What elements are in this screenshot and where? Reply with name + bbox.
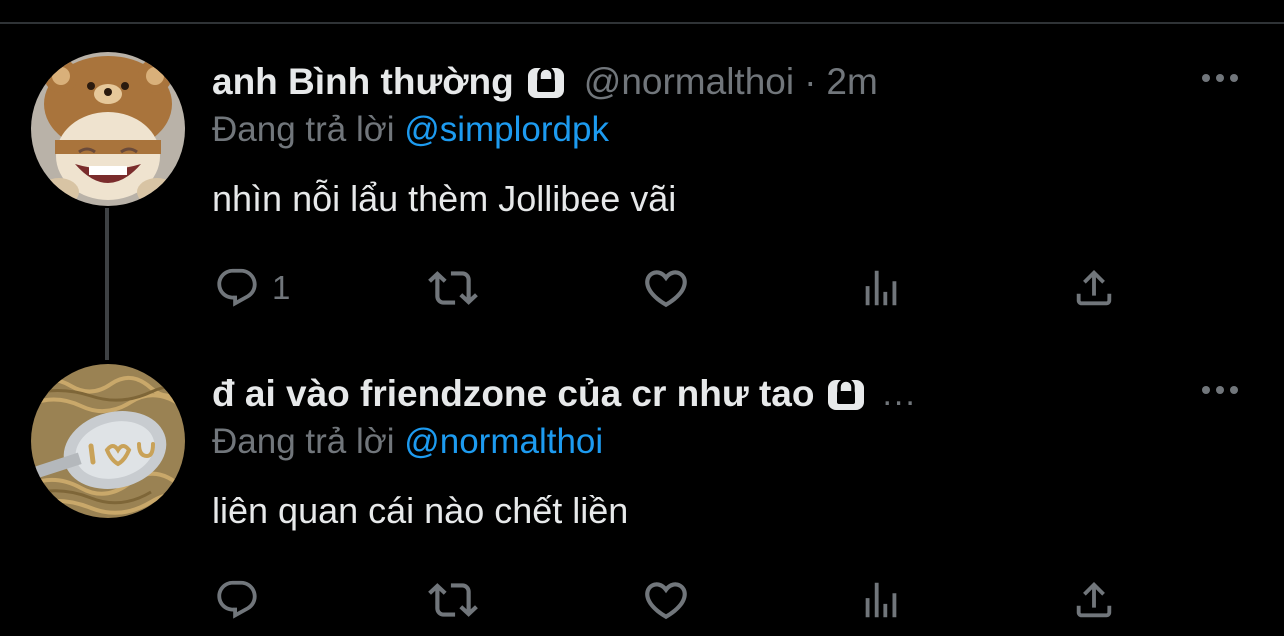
display-name[interactable]: anh Bình thường xyxy=(212,61,514,103)
share-button[interactable] xyxy=(1071,570,1117,630)
reply-icon xyxy=(217,580,257,619)
retweet-button[interactable] xyxy=(428,570,478,630)
reply-button[interactable]: 1 xyxy=(214,258,290,318)
replying-to-label: Đang trả lời xyxy=(212,110,395,149)
tweet-header: đ ai vào friendzone của cr như tao ... xyxy=(212,364,917,424)
share-icon xyxy=(1076,269,1112,306)
mention-link[interactable]: @simplordpk xyxy=(404,110,609,149)
action-bar: 1 xyxy=(0,258,1284,318)
retweet-icon xyxy=(428,271,478,305)
mention-link[interactable]: @normalthoi xyxy=(404,422,603,461)
tweet-text: liên quan cái nào chết liền xyxy=(212,490,629,531)
tweet-header: anh Bình thường @normalthoi · 2m xyxy=(212,52,878,112)
replying-to: Đang trả lời @normalthoi xyxy=(212,422,603,462)
timestamp[interactable]: 2m xyxy=(826,61,877,103)
more-icon xyxy=(1202,74,1238,82)
display-name[interactable]: đ ai vào friendzone của cr như tao xyxy=(212,373,814,415)
like-icon xyxy=(645,582,687,620)
reply-count: 1 xyxy=(272,269,291,306)
retweet-button[interactable] xyxy=(428,258,478,318)
replying-to-label: Đang trả lời xyxy=(212,422,395,461)
avatar[interactable] xyxy=(31,52,185,206)
spoon-noodles-avatar-icon xyxy=(31,364,185,518)
handle[interactable]: @normalthoi xyxy=(584,61,794,103)
retweet-icon xyxy=(428,583,478,617)
like-button[interactable] xyxy=(641,258,691,318)
more-button[interactable] xyxy=(1196,370,1244,410)
replying-to: Đang trả lời @simplordpk xyxy=(212,110,609,150)
like-icon xyxy=(645,270,687,308)
views-icon xyxy=(865,270,897,306)
more-button[interactable] xyxy=(1196,58,1244,98)
lock-icon xyxy=(826,374,866,414)
views-button[interactable] xyxy=(858,258,904,318)
tweet-text: nhìn nỗi lẩu thèm Jollibee vãi xyxy=(212,178,677,219)
more-icon xyxy=(1202,386,1238,394)
top-divider xyxy=(0,22,1284,24)
bear-hat-cat-avatar-icon xyxy=(31,52,185,206)
avatar[interactable] xyxy=(31,364,185,518)
reply-icon xyxy=(217,268,257,307)
views-button[interactable] xyxy=(858,570,904,630)
reply-button[interactable] xyxy=(214,570,272,630)
views-icon xyxy=(865,582,897,618)
truncation-ellipsis: ... xyxy=(882,374,917,413)
separator-dot: · xyxy=(804,61,817,102)
lock-icon xyxy=(526,62,566,102)
action-bar xyxy=(0,570,1284,630)
like-button[interactable] xyxy=(641,570,691,630)
share-icon xyxy=(1076,581,1112,618)
share-button[interactable] xyxy=(1071,258,1117,318)
